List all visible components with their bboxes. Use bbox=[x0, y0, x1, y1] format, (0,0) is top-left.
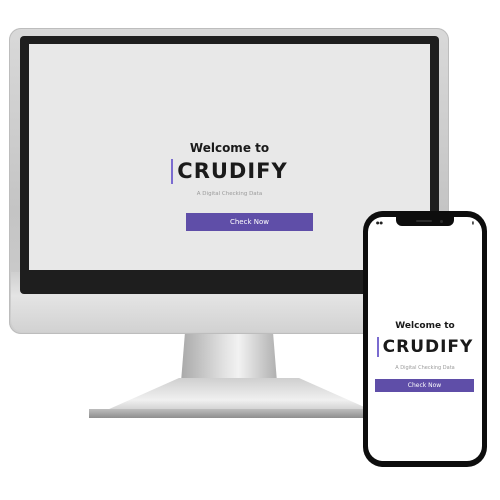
camera-icon bbox=[440, 220, 443, 223]
phone-notch bbox=[396, 217, 454, 226]
brand-container: CRUDIFY bbox=[29, 159, 430, 184]
monitor-neck bbox=[181, 334, 277, 382]
speaker-icon bbox=[416, 220, 432, 222]
battery-icon: ▮ bbox=[471, 220, 474, 225]
tagline: A Digital Checking Data bbox=[196, 191, 263, 197]
tagline: A Digital Checking Data bbox=[395, 365, 455, 371]
check-now-button[interactable]: Check Now bbox=[375, 379, 474, 392]
brand-title: CRUDIFY bbox=[171, 159, 287, 184]
mobile-screen: ●● ▮ Welcome to CRUDIFY A Digital Checki… bbox=[368, 217, 482, 461]
welcome-heading: Welcome to bbox=[189, 141, 270, 155]
brand-container: CRUDIFY bbox=[368, 337, 482, 357]
monitor-stand-edge bbox=[89, 409, 389, 418]
check-now-button[interactable]: Check Now bbox=[186, 213, 313, 231]
status-indicators-icon: ●● bbox=[376, 220, 383, 225]
welcome-heading: Welcome to bbox=[395, 321, 455, 331]
phone-frame: ●● ▮ Welcome to CRUDIFY A Digital Checki… bbox=[363, 211, 487, 467]
brand-title: CRUDIFY bbox=[376, 337, 474, 357]
